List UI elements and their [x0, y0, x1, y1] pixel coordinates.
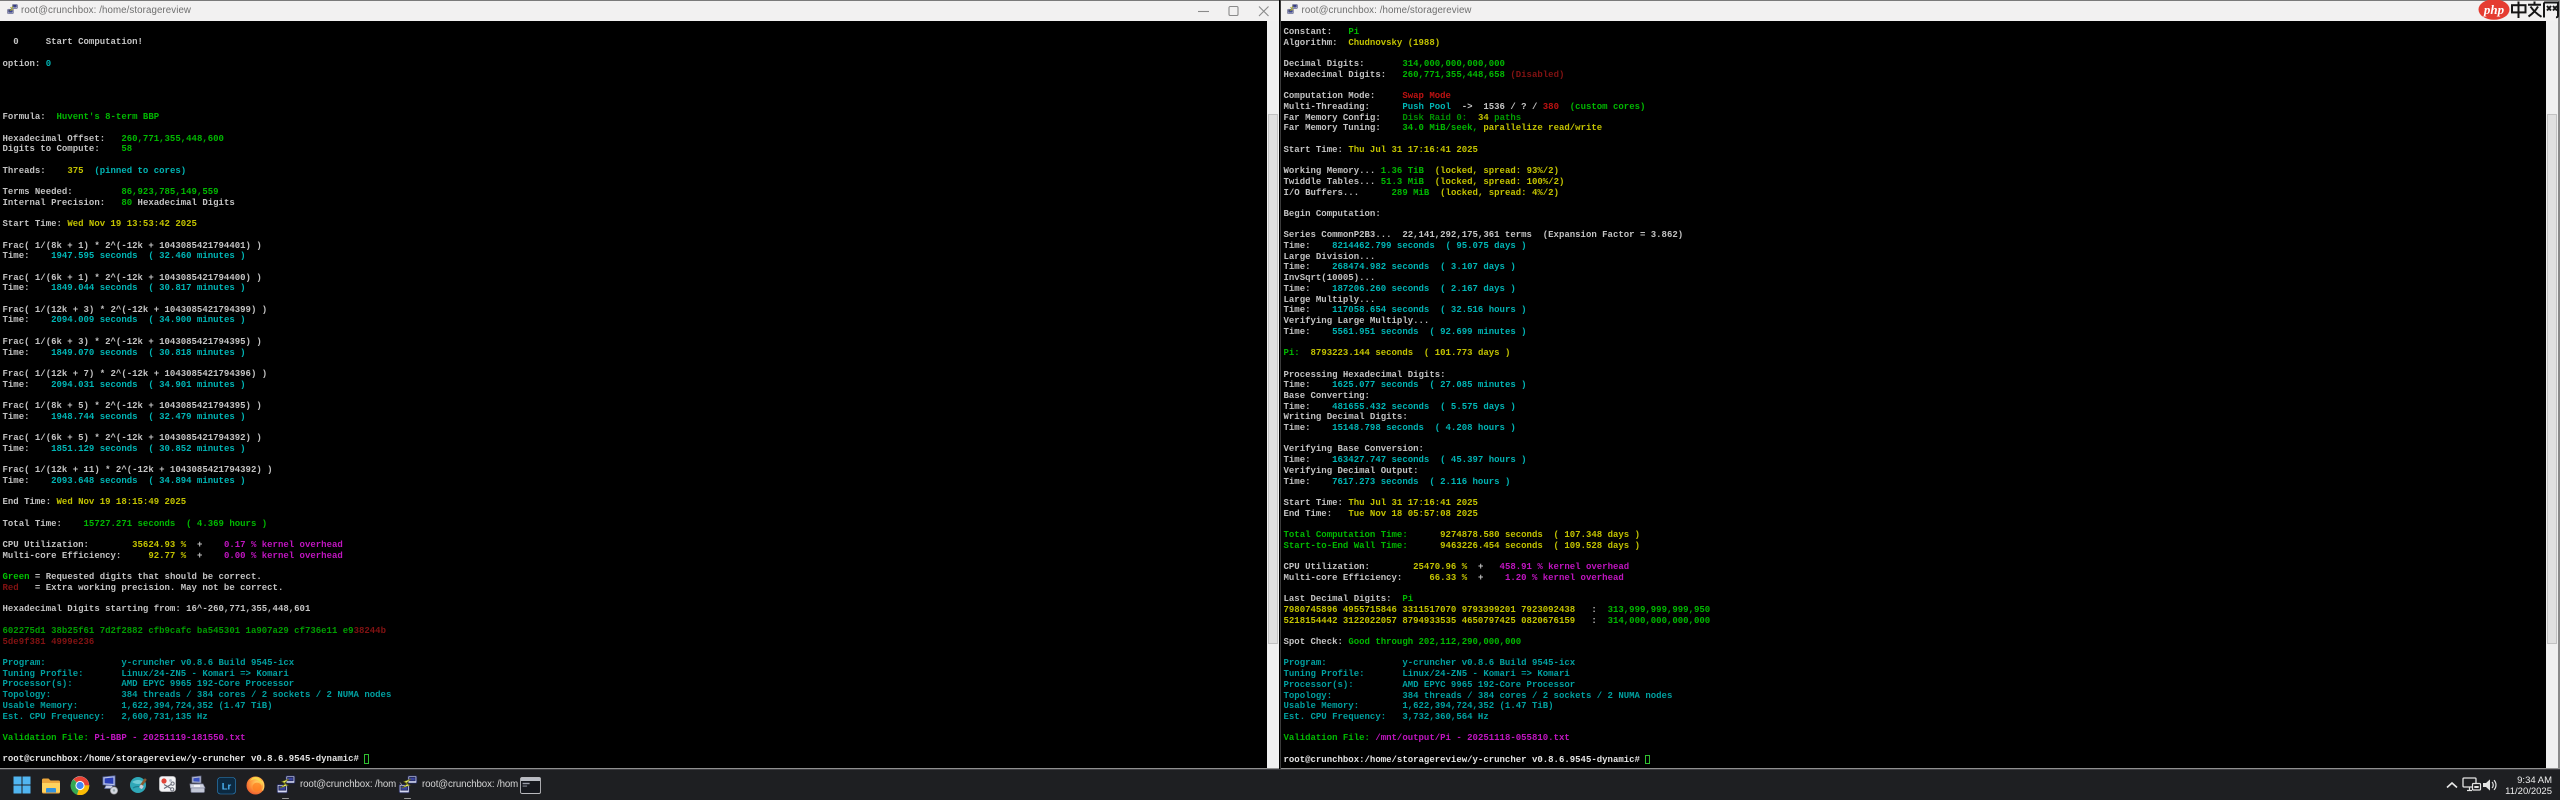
- svg-text:Lr: Lr: [222, 781, 232, 792]
- svg-text:php: php: [2483, 2, 2505, 17]
